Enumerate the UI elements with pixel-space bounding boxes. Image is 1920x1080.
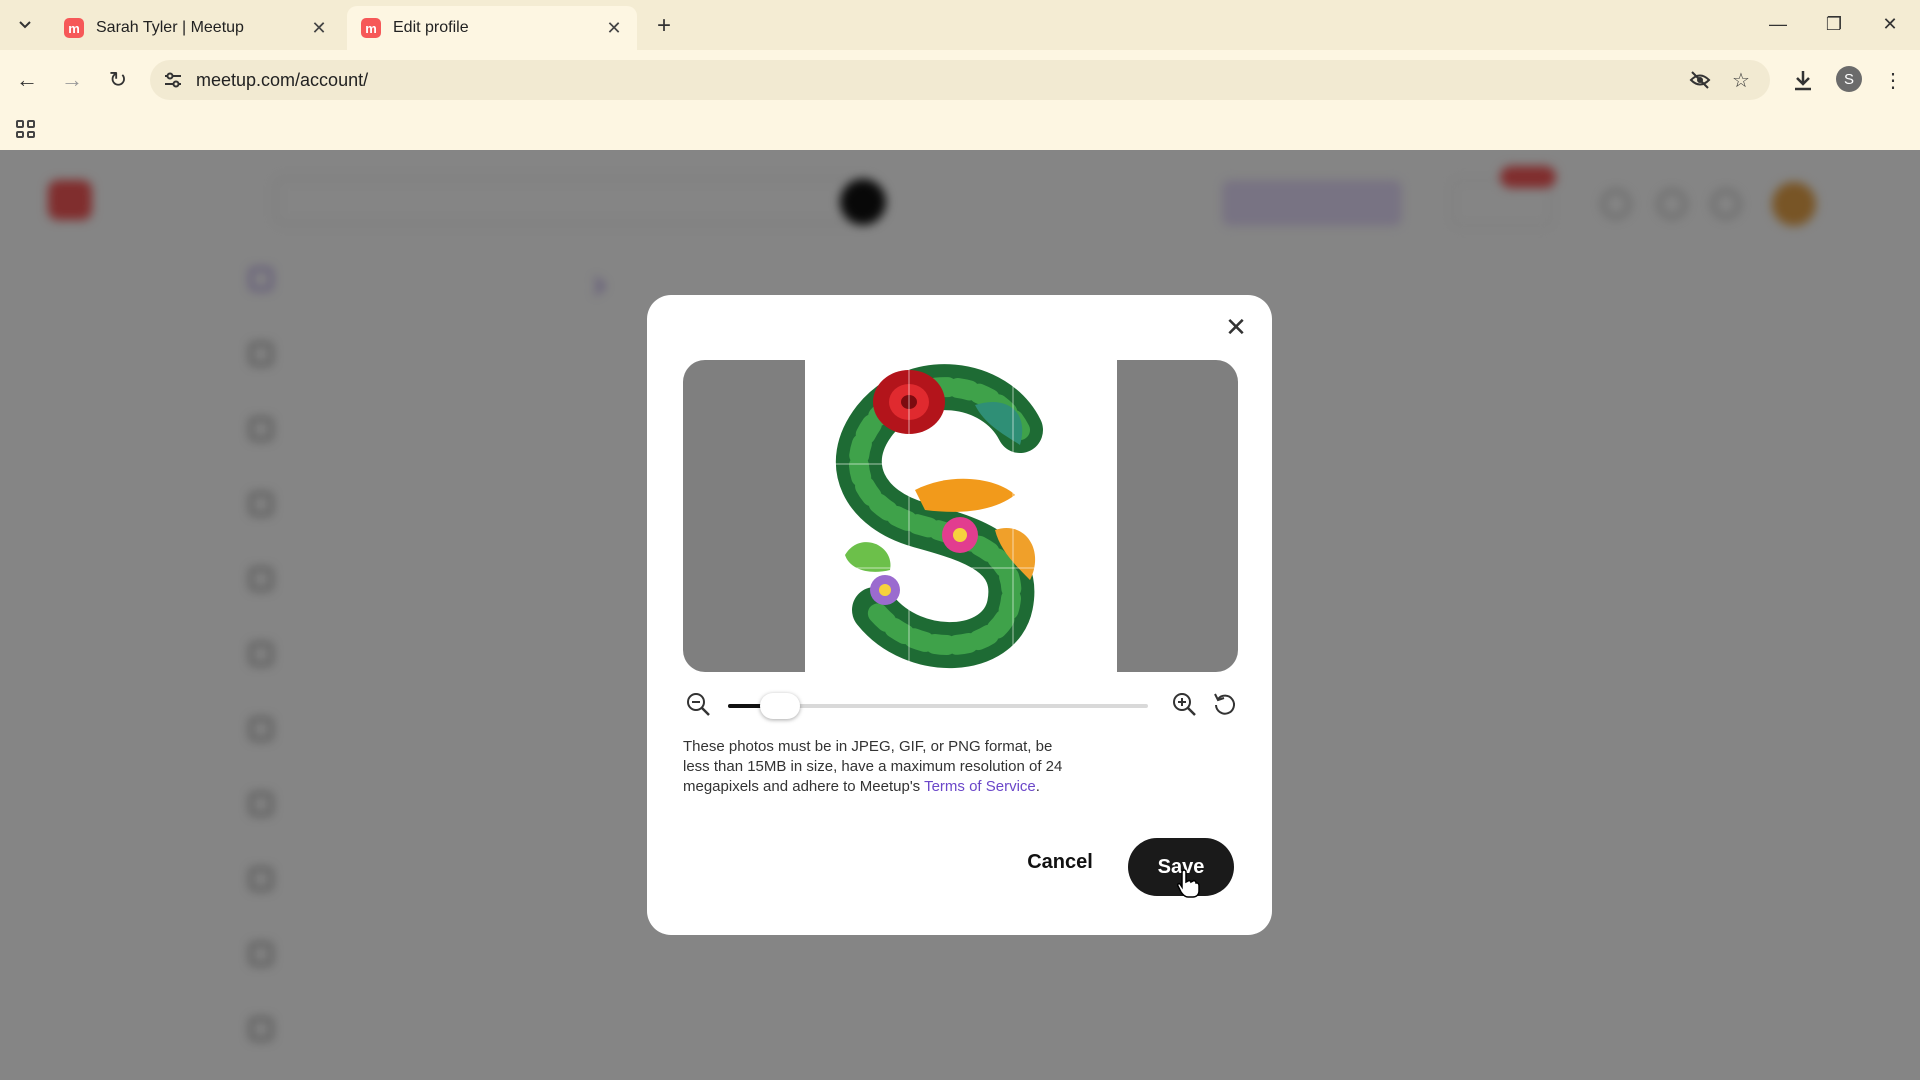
zoom-in-icon[interactable] [1169,689,1199,719]
bookmark-star-icon[interactable]: ☆ [1727,66,1755,94]
meetup-favicon-icon: m [361,18,381,38]
profile-avatar-icon[interactable]: S [1836,66,1862,92]
tab-edit-profile[interactable]: m Edit profile ✕ [347,6,637,50]
tab-search-button[interactable] [10,12,40,38]
bookmarks-bar [0,108,1920,150]
restore-icon[interactable]: ❐ [1814,8,1854,40]
cancel-button[interactable]: Cancel [1005,838,1115,886]
rotate-reset-icon[interactable] [1210,689,1240,719]
site-settings-icon[interactable] [162,69,184,91]
browser-tab-strip: m Sarah Tyler | Meetup ✕ m Edit profile … [0,0,1920,50]
new-tab-button[interactable]: + [650,12,678,40]
back-arrow-icon[interactable]: ← [11,64,43,96]
zoom-out-icon[interactable] [683,689,713,719]
address-bar[interactable]: meetup.com/account/ [150,60,1770,100]
close-icon[interactable]: ✕ [308,17,330,39]
zoom-slider-fill [728,704,765,708]
reload-icon[interactable]: ↻ [102,64,134,96]
zoom-slider-thumb[interactable] [760,693,801,719]
zoom-controls [683,689,1238,723]
meetup-favicon-icon: m [64,18,84,38]
forward-arrow-icon[interactable]: → [56,64,88,96]
requirements-suffix: . [1035,778,1040,795]
minimize-icon[interactable]: — [1758,8,1798,40]
profile-photo-preview[interactable] [805,360,1117,672]
eye-slash-icon[interactable] [1686,66,1714,94]
photo-requirements-text: These photos must be in JPEG, GIF, or PN… [683,737,1083,797]
tab-sarah-tyler[interactable]: m Sarah Tyler | Meetup ✕ [50,6,342,50]
download-icon[interactable] [1789,66,1817,94]
image-crop-area[interactable] [683,360,1238,672]
menu-kebab-icon[interactable]: ⋮ [1879,66,1907,94]
url-text: meetup.com/account/ [196,70,369,90]
apps-grid-icon[interactable] [12,116,38,142]
close-icon[interactable]: ✕ [603,17,625,39]
floral-letter-s-image [805,360,1117,672]
hand-cursor-icon [1177,869,1200,898]
tab-title: Edit profile [393,19,469,36]
window-close-icon[interactable]: ✕ [1870,8,1910,40]
close-icon[interactable]: ✕ [1222,312,1250,342]
photo-crop-dialog: ✕ These photos must be in JPEG, GIF, or … [647,295,1272,935]
tab-title: Sarah Tyler | Meetup [96,19,244,36]
zoom-slider[interactable] [728,693,1148,719]
terms-of-service-link[interactable]: Terms of Service [924,778,1036,795]
